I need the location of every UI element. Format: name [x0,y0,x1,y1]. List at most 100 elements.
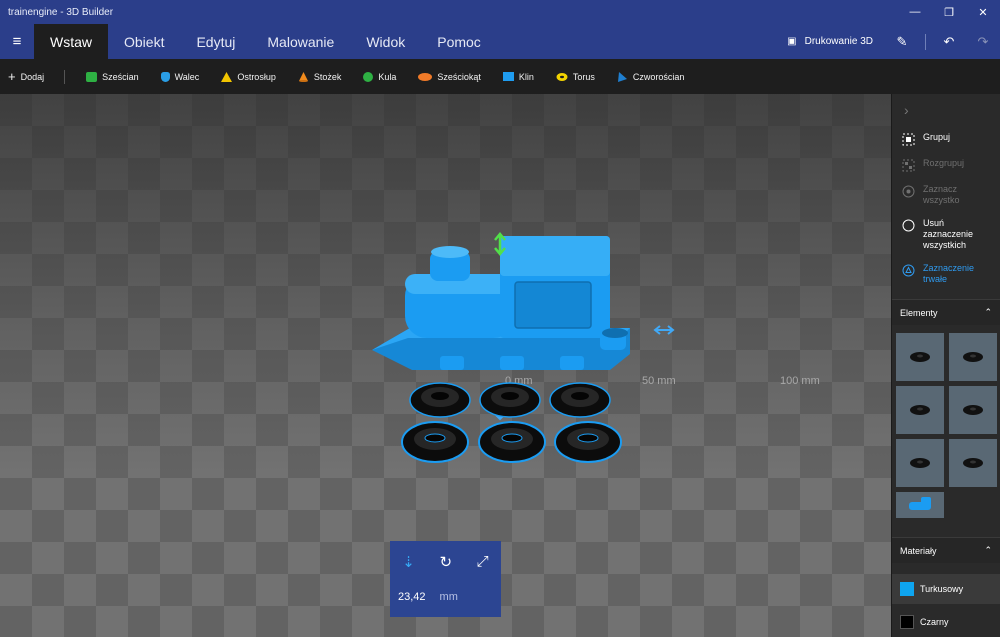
move-icon[interactable]: ⇣ [402,553,415,571]
group-icon [902,133,915,146]
element-thumbnail[interactable] [896,333,944,381]
transform-panel: ⇣ ↻ ⤢ 23,42 mm [390,541,501,617]
minimize-button[interactable]: — [898,0,932,24]
chevron-up-icon: ⌃ [984,307,992,317]
shape-torus-button[interactable]: Torus [545,72,606,82]
elements-header[interactable]: Elementy ⌃ [892,299,1000,325]
group-label: Grupuj [923,132,951,142]
ungroup-button[interactable]: Rozgrupuj [892,152,1000,178]
material-label: Czarny [920,617,949,627]
material-label: Turkusowy [920,584,964,594]
cone-icon [298,71,308,82]
window-title: trainengine - 3D Builder [8,6,114,18]
tab-obiekt[interactable]: Obiekt [108,24,180,59]
shape-label: Ostrosłup [237,71,276,82]
transform-value-field[interactable]: 23,42 [398,591,426,603]
element-thumbnail-train[interactable] [896,492,944,518]
right-panel: › Grupuj Rozgrupuj Zaznacz wszystko Usuń… [891,94,1000,637]
material-black[interactable]: Czarny [892,607,1000,637]
hexagon-icon [418,72,433,81]
shape-label: Czworościan [632,71,685,82]
print-3d-button[interactable]: ▣ Drukowanie 3D [775,36,885,47]
element-thumbnail[interactable] [949,386,997,434]
wheel[interactable] [554,421,622,463]
tab-widok[interactable]: Widok [350,24,421,59]
ribbon-divider [925,33,926,50]
title-bar: trainengine - 3D Builder — ❐ ✕ [0,0,1000,24]
shape-sphere-button[interactable]: Kula [352,71,407,82]
element-thumbnail[interactable] [949,439,997,487]
undo-icon[interactable]: ↶ [932,24,966,59]
ungroup-label: Rozgrupuj [923,158,965,168]
wheel[interactable] [549,382,611,418]
redo-icon[interactable]: ↷ [966,24,1000,59]
transform-unit: mm [439,591,458,603]
shape-pyramid-button[interactable]: Ostrosłup [210,71,287,82]
element-thumbnail[interactable] [896,439,944,487]
rotate-icon[interactable]: ↻ [439,553,452,571]
materials-title: Materiały [900,545,937,556]
deselect-all-icon [902,219,915,232]
deselect-all-button[interactable]: Usuń zaznaczenie wszystkich [892,212,1000,257]
plus-icon: + [8,69,16,84]
add-button[interactable]: + Dodaj [0,69,64,84]
wheel[interactable] [478,421,546,463]
shape-cylinder-button[interactable]: Walec [150,71,211,82]
close-button[interactable]: ✕ [966,0,1000,24]
material-swatch [900,615,914,629]
tab-wstaw[interactable]: Wstaw [34,24,108,59]
sticky-selection-button[interactable]: Zaznaczenie trwałe [892,257,1000,291]
cube-icon [86,71,98,82]
pyramid-icon [221,71,233,82]
shape-label: Stożek [313,71,342,82]
chevron-up-icon: ⌃ [984,545,992,555]
sphere-icon [363,71,374,82]
select-all-button[interactable]: Zaznacz wszystko [892,178,1000,212]
ungroup-icon [902,159,915,172]
scale-icon[interactable]: ⤢ [477,553,489,571]
select-all-icon [902,185,915,198]
sticky-selection-label: Zaznaczenie trwałe [923,263,975,284]
toolbar-divider [64,69,66,84]
insert-toolbar: + Dodaj Sześcian Walec Ostrosłup Stożek … [0,59,1000,94]
print-3d-label: Drukowanie 3D [804,36,873,47]
elements-grid [892,325,1000,526]
shape-label: Kula [378,71,397,82]
element-thumbnail[interactable] [896,386,944,434]
elements-title: Elementy [900,307,938,318]
wheel[interactable] [479,382,541,418]
shape-label: Sześciokąt [437,71,481,82]
shape-wedge-button[interactable]: Klin [492,72,545,82]
shape-label: Sześcian [102,71,139,82]
maximize-button[interactable]: ❐ [932,0,966,24]
shape-cone-button[interactable]: Stożek [287,71,353,82]
materials-header[interactable]: Materiały ⌃ [892,537,1000,563]
ribbon: ≡ Wstaw Obiekt Edytuj Malowanie Widok Po… [0,24,1000,59]
shape-label: Walec [174,71,200,82]
shape-label: Klin [518,71,534,82]
wedge-icon [502,72,514,81]
group-button[interactable]: Grupuj [892,126,1000,152]
add-label: Dodaj [20,71,45,82]
shape-hexagon-button[interactable]: Sześciokąt [407,72,492,82]
material-swatch [900,582,914,596]
deselect-all-label: Usuń zaznaczenie wszystkich [923,218,974,250]
collapse-chevron-icon[interactable]: › [892,94,1000,126]
shape-tetrahedron-button[interactable]: Czworościan [606,71,696,82]
hamburger-menu-icon[interactable]: ≡ [0,24,34,59]
tab-pomoc[interactable]: Pomoc [421,24,497,59]
element-thumbnail[interactable] [949,333,997,381]
wheel[interactable] [401,421,469,463]
torus-icon [556,72,568,81]
material-turquoise[interactable]: Turkusowy [892,574,1000,604]
shape-label: Torus [572,71,595,82]
sticky-selection-icon [902,264,915,277]
cylinder-icon [160,71,170,82]
tab-malowanie[interactable]: Malowanie [251,24,350,59]
wheel[interactable] [409,382,471,418]
tab-edytuj[interactable]: Edytuj [180,24,251,59]
tetrahedron-icon [617,71,627,82]
edit-icon[interactable]: ✎ [885,24,919,59]
select-all-label: Zaznacz wszystko [923,184,960,205]
shape-cube-button[interactable]: Sześcian [75,71,150,82]
